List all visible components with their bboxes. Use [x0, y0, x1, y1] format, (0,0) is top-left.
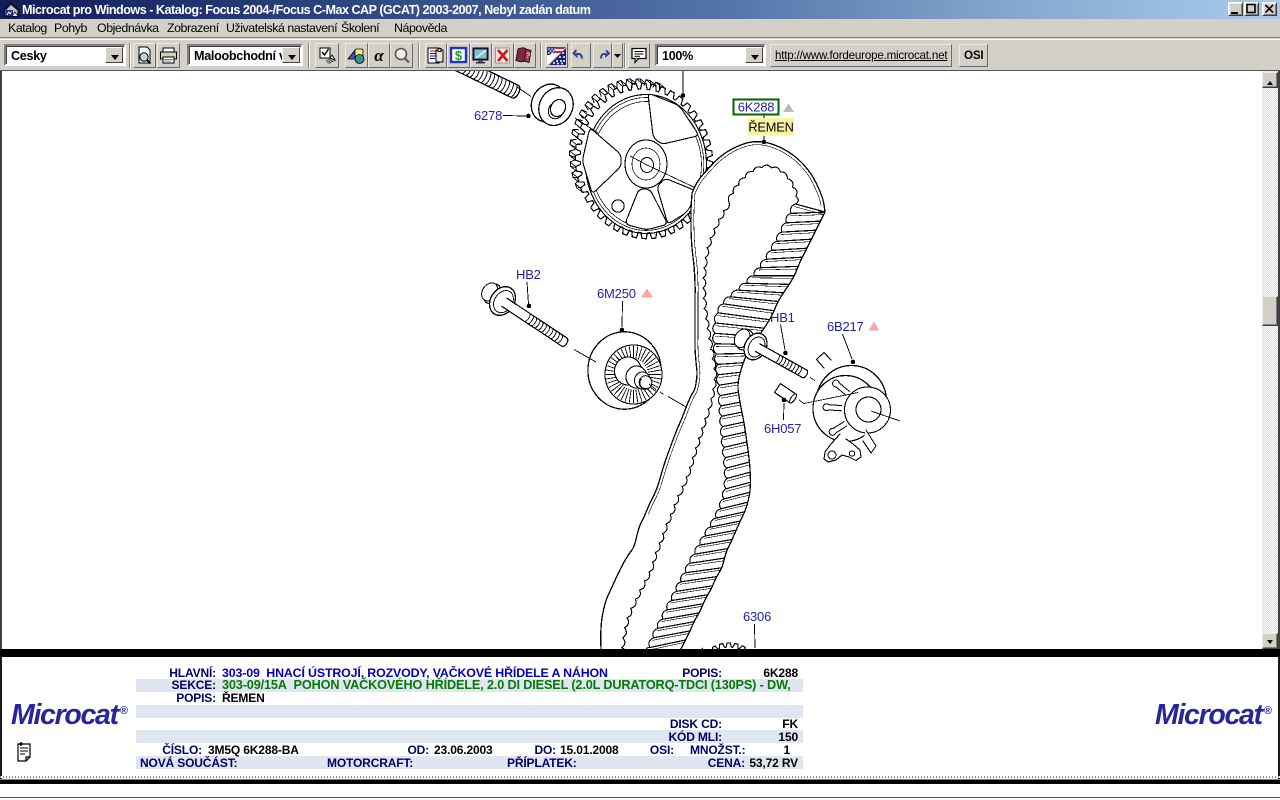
svg-text:HB1: HB1: [770, 310, 795, 325]
svg-text:6K288: 6K288: [738, 100, 775, 115]
svg-text:?: ?: [525, 51, 531, 61]
svg-text:$: $: [454, 48, 462, 63]
svg-text:6B217: 6B217: [827, 319, 864, 334]
svg-text:α: α: [374, 46, 384, 65]
svg-text:6M250: 6M250: [597, 286, 636, 301]
svg-text:6306: 6306: [743, 609, 771, 624]
svg-text:HB2: HB2: [516, 267, 541, 282]
svg-text:ŘEMEN: ŘEMEN: [748, 120, 793, 135]
svg-text:6278: 6278: [474, 108, 502, 123]
svg-text:6H057: 6H057: [764, 421, 801, 436]
